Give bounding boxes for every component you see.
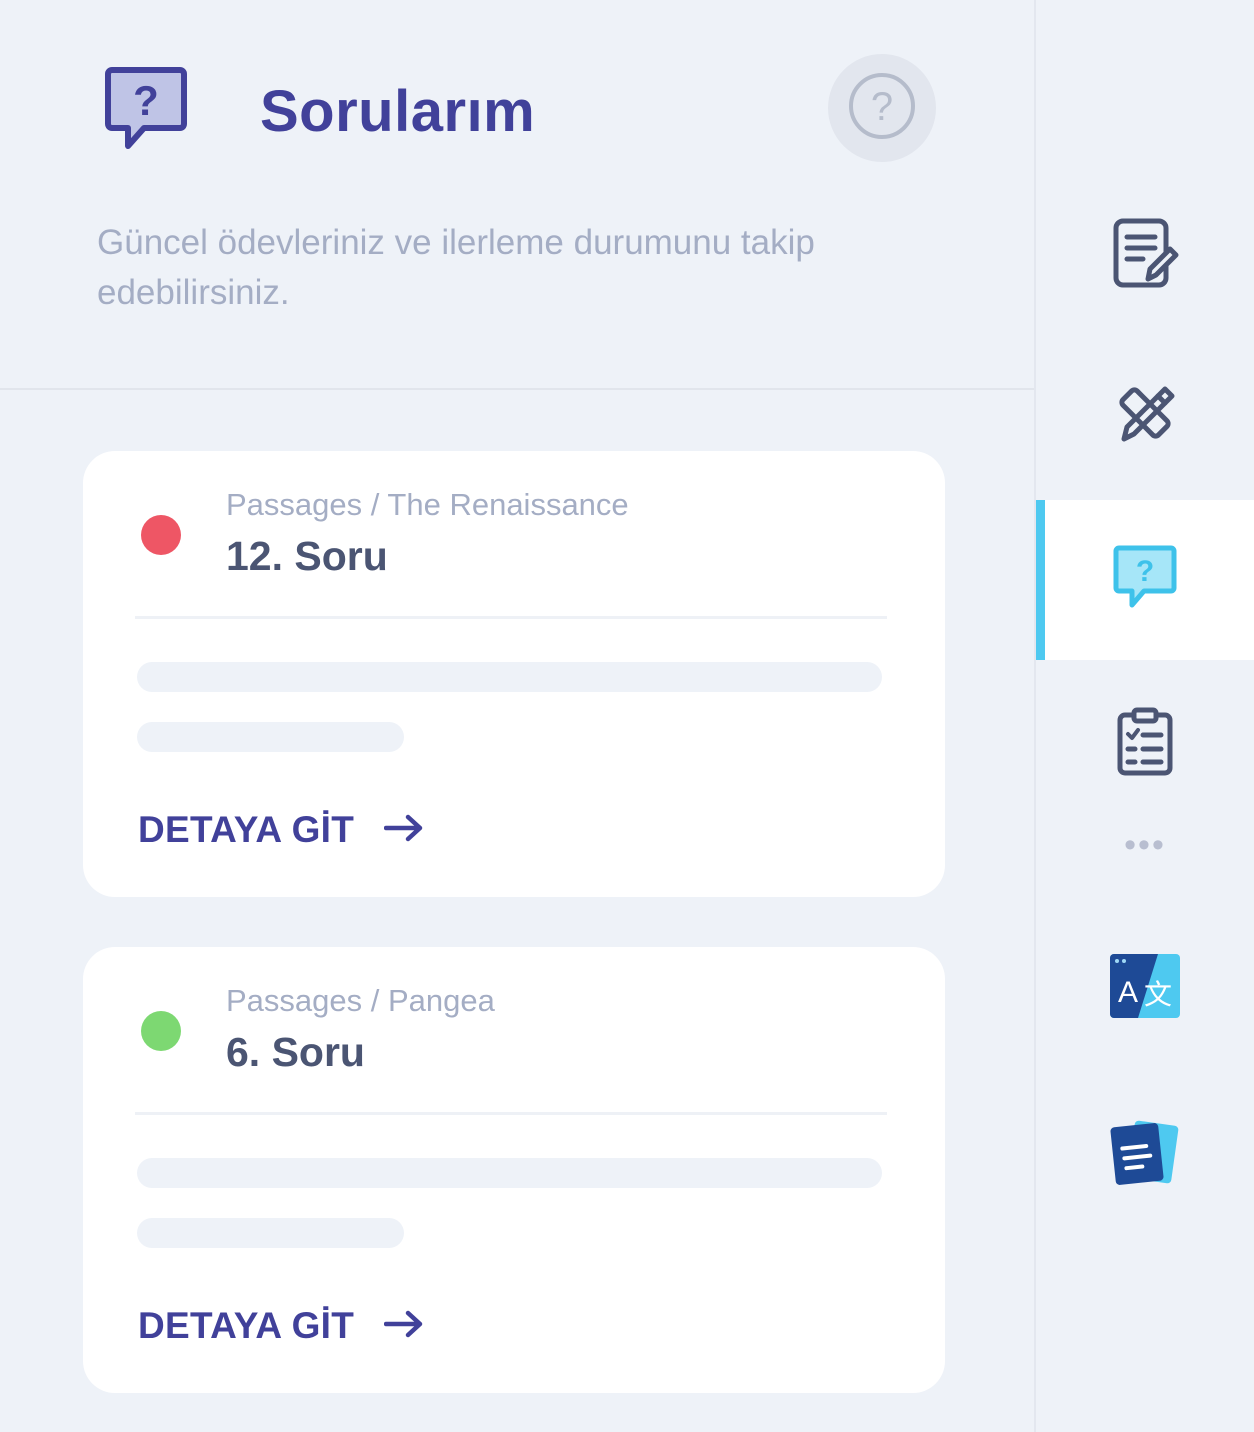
question-breadcrumb: Passages / The Renaissance (226, 487, 629, 522)
status-dot (141, 1011, 181, 1051)
sidebar-item-flashcards[interactable] (1036, 1074, 1254, 1234)
clipboard-checklist-icon (1115, 707, 1175, 782)
question-card: Passages / The Renaissance 12. Soru DETA… (83, 451, 945, 897)
card-divider (135, 1112, 887, 1115)
question-breadcrumb: Passages / Pangea (226, 983, 495, 1018)
sidebar-item-questions[interactable]: ? (1036, 500, 1254, 660)
header-divider (0, 388, 1034, 390)
sidebar: ? ••• A 文 (1036, 0, 1254, 1432)
page-subtitle: Güncel ödevleriniz ve ilerleme durumunu … (97, 223, 815, 312)
document-edit-icon (1110, 217, 1180, 296)
sidebar-item-translate[interactable]: A 文 (1036, 908, 1254, 1068)
question-card: Passages / Pangea 6. Soru DETAYA GİT (83, 947, 945, 1393)
translate-icon: A 文 (1108, 952, 1182, 1025)
skeleton-line (137, 662, 882, 692)
svg-text:?: ? (871, 85, 893, 129)
svg-text:文: 文 (1144, 978, 1172, 1011)
skeleton-line (137, 1158, 882, 1188)
go-to-detail-link[interactable]: DETAYA GİT (138, 1305, 424, 1347)
card-divider (135, 616, 887, 619)
question-title: 12. Soru (226, 533, 388, 579)
arrow-right-icon (383, 814, 424, 847)
page-title: Sorularım (260, 79, 536, 144)
detail-link-label: DETAYA GİT (138, 809, 355, 850)
go-to-detail-link[interactable]: DETAYA GİT (138, 809, 424, 851)
pencil-ruler-icon (1112, 381, 1178, 452)
active-indicator (1036, 500, 1045, 660)
question-bubble-icon: ? (104, 66, 188, 156)
skeleton-line (137, 722, 404, 752)
svg-text:A: A (1118, 976, 1138, 1009)
question-title: 6. Soru (226, 1029, 365, 1075)
svg-text:?: ? (1136, 555, 1154, 588)
more-dots-icon[interactable]: ••• (1036, 828, 1254, 862)
arrow-right-icon (383, 1310, 424, 1343)
flashcards-icon (1109, 1117, 1181, 1192)
question-bubble-icon: ? (1113, 545, 1177, 616)
sidebar-item-assignments[interactable] (1036, 176, 1254, 336)
help-button[interactable]: ? (828, 54, 936, 162)
detail-link-label: DETAYA GİT (138, 1305, 355, 1346)
sidebar-item-tasks[interactable] (1036, 664, 1254, 824)
help-circle-icon: ? (847, 71, 917, 146)
skeleton-line (137, 1218, 404, 1248)
svg-text:?: ? (133, 77, 159, 124)
status-dot (141, 515, 181, 555)
sidebar-item-tools[interactable] (1036, 336, 1254, 496)
main-panel: ? Sorularım ? Güncel ödevleriniz ve iler… (0, 0, 1034, 1432)
